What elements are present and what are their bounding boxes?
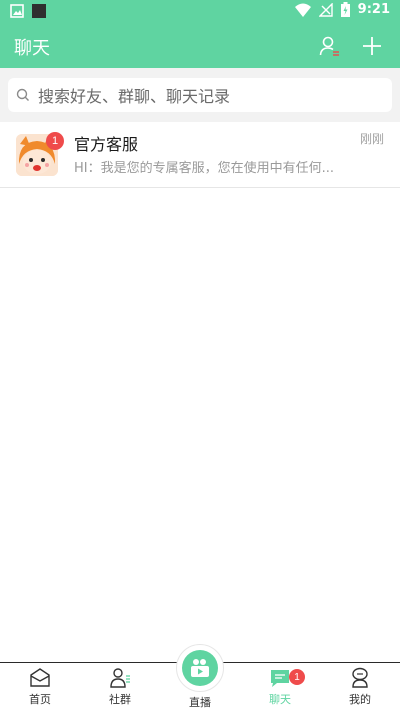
signal-icon <box>318 2 333 17</box>
app-bar: 聊天 <box>0 24 400 68</box>
nav-label-live: 直播 <box>189 696 211 709</box>
nav-item-chat[interactable]: 聊天 1 <box>240 667 320 711</box>
nav-item-community[interactable]: 社群 <box>80 667 160 711</box>
nav-label-home: 首页 <box>29 693 51 706</box>
contacts-button[interactable] <box>316 32 344 60</box>
chat-screen: 9:21 聊天 搜索好友、群聊、聊天记录 1 官方客服 HI：我是您的专属客服，… <box>0 0 400 711</box>
nav-label-chat: 聊天 <box>269 693 291 706</box>
home-icon <box>30 668 50 687</box>
profile-icon <box>352 667 368 688</box>
plus-icon <box>363 37 381 55</box>
search-placeholder: 搜索好友、群聊、聊天记录 <box>38 87 231 106</box>
search-area: 搜索好友、群聊、聊天记录 <box>0 68 400 122</box>
status-bar: 9:21 <box>0 0 400 24</box>
search-input[interactable]: 搜索好友、群聊、聊天记录 <box>8 78 392 112</box>
add-button[interactable] <box>358 32 386 60</box>
wifi-icon <box>294 3 311 17</box>
search-icon <box>16 88 29 101</box>
unread-badge: 1 <box>46 132 64 150</box>
chat-name: 官方客服 <box>74 135 139 154</box>
gallery-icon <box>10 4 24 18</box>
nav-label-profile: 我的 <box>349 693 371 706</box>
status-time: 9:21 <box>357 2 390 17</box>
nav-label-community: 社群 <box>109 693 131 706</box>
nav-item-home[interactable]: 首页 <box>0 667 80 711</box>
page-title: 聊天 <box>14 38 50 59</box>
community-icon <box>110 668 130 688</box>
nav-chat-badge: 1 <box>289 669 305 685</box>
chat-time: 刚刚 <box>359 132 384 146</box>
nav-item-profile[interactable]: 我的 <box>320 667 400 711</box>
chat-icon <box>271 670 289 687</box>
app-square-icon <box>32 4 46 18</box>
live-icon <box>191 659 209 677</box>
chat-last-message: HI：我是您的专属客服，您在使用中有任何... <box>74 161 335 176</box>
chat-list-item[interactable]: 1 官方客服 HI：我是您的专属客服，您在使用中有任何... 刚刚 <box>0 122 400 188</box>
nav-item-live[interactable] <box>176 644 224 692</box>
battery-icon <box>340 2 350 17</box>
contacts-icon <box>319 36 339 56</box>
live-icon-bg <box>182 650 218 686</box>
